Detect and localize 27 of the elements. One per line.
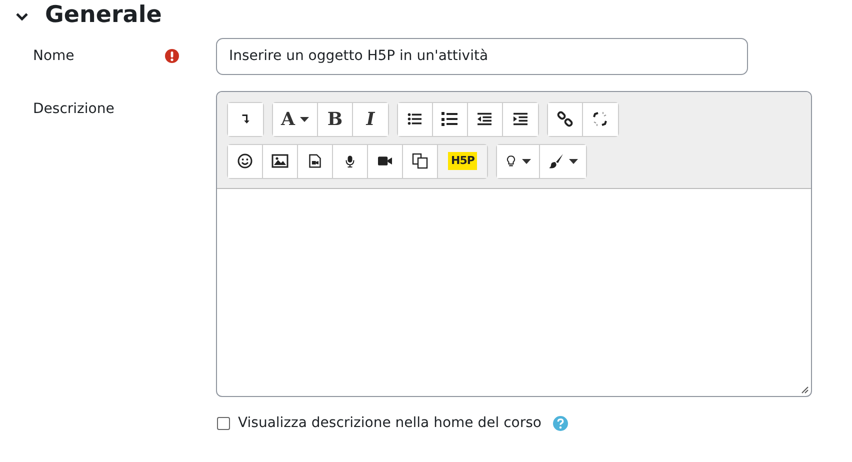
unlink-icon xyxy=(592,111,608,128)
name-input-field[interactable]: Inserire un oggetto H5P in un'attività xyxy=(216,38,748,75)
numbered-list-icon xyxy=(441,111,458,128)
video-camera-icon xyxy=(376,154,394,168)
toolbar-button[interactable]: A xyxy=(273,102,318,136)
field-label: Nome xyxy=(33,48,74,64)
smiley-icon xyxy=(237,153,253,170)
toolbar-button[interactable] xyxy=(497,144,540,178)
image-icon xyxy=(271,153,289,170)
toolbar-button[interactable] xyxy=(228,144,263,178)
indent-icon xyxy=(512,112,529,126)
media-file-icon xyxy=(308,153,322,170)
toolbar-button[interactable]: H5P xyxy=(438,144,488,178)
copy-icon xyxy=(412,153,428,170)
paintbrush-icon xyxy=(548,153,564,170)
checkbox-label: Visualizza descrizione nella home del corso xyxy=(238,414,542,433)
toolbar-button[interactable] xyxy=(548,102,583,136)
link-icon xyxy=(556,111,573,128)
resize-handle-icon[interactable] xyxy=(801,386,809,394)
checkbox[interactable] xyxy=(217,416,230,430)
lightbulb-icon xyxy=(505,153,518,170)
insert-icon xyxy=(240,112,252,126)
field-label: Descrizione xyxy=(33,100,114,117)
toolbar-button[interactable] xyxy=(398,102,433,136)
outdent-icon xyxy=(476,112,494,126)
bullet-list-icon xyxy=(406,112,424,126)
section-title: Generale xyxy=(45,2,162,30)
